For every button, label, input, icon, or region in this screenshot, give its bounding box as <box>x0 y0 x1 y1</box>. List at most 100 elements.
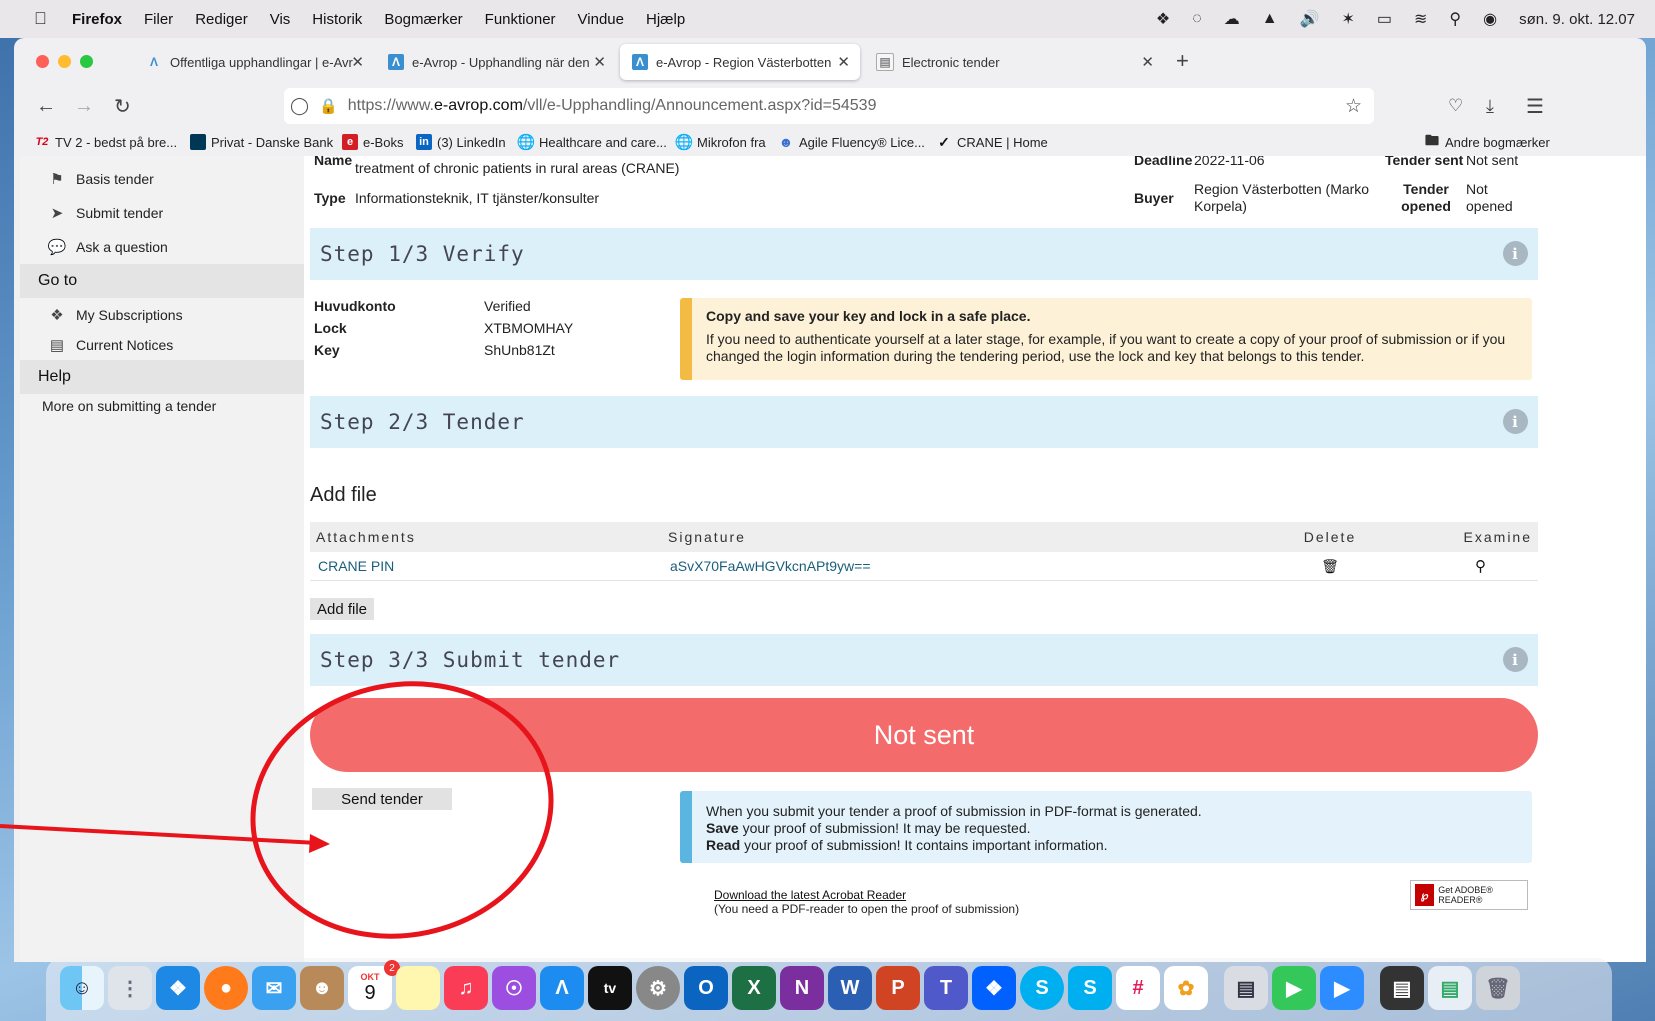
forward-icon[interactable]: → <box>74 95 94 118</box>
downloads-icon[interactable]: ⤓ <box>1486 96 1494 117</box>
system-preferences-icon[interactable]: ⚙ <box>636 966 680 1010</box>
info-icon[interactable]: i <box>1503 647 1528 672</box>
downloads-stack-icon[interactable]: ▤ <box>1380 966 1424 1010</box>
wifi-icon[interactable]: ≋ <box>1414 9 1427 29</box>
apple-tv-icon[interactable]: tv <box>588 966 632 1010</box>
hamburger-menu-icon[interactable]: ☰ <box>1526 94 1544 119</box>
menubar-clock[interactable]: søn. 9. okt. 12.07 <box>1519 11 1635 28</box>
bookmark-healthcare[interactable]: 🌐 Healthcare and care... <box>517 134 667 151</box>
bookmark-linkedin[interactable]: in (3) LinkedIn <box>416 134 506 150</box>
app-store-icon[interactable]: Λ <box>540 966 584 1010</box>
menu-item-filer[interactable]: Filer <box>144 11 173 28</box>
powerpoint-icon[interactable]: P <box>876 966 920 1010</box>
safari-icon[interactable]: ❖ <box>156 966 200 1010</box>
bookmark-eboks[interactable]: e e-Boks <box>342 134 403 150</box>
control-center-icon[interactable]: ◉ <box>1483 9 1497 29</box>
menu-item-hjaelp[interactable]: Hjælp <box>646 11 685 28</box>
minimize-window-button[interactable] <box>58 54 71 68</box>
acrobat-note: (You need a PDF-reader to open the proof… <box>714 902 1020 916</box>
music-icon[interactable]: ♫ <box>444 966 488 1010</box>
sidebar-item-basis-tender[interactable]: ⚑ Basis tender <box>46 170 154 188</box>
lock-icon[interactable]: 🔒 <box>319 97 338 115</box>
menu-item-rediger[interactable]: Rediger <box>195 11 248 28</box>
trash-dock-icon[interactable]: 🗑 <box>1476 966 1520 1010</box>
mail-icon[interactable]: ✉ <box>252 966 296 1010</box>
contacts-icon[interactable]: ☻ <box>300 966 344 1010</box>
preview-icon[interactable]: ▤ <box>1224 966 1268 1010</box>
tab-region-vasterbotten[interactable]: Λ e-Avrop - Region Västerbotten ✕ <box>620 44 860 80</box>
address-bar[interactable]: ◯ 🔒 https://www. e-avrop.com/vll/e-Upphan… <box>284 88 1374 124</box>
teams-icon[interactable]: T <box>924 966 968 1010</box>
menu-item-bogmaerker[interactable]: Bogmærker <box>384 11 462 28</box>
tab-offentliga-upphandlingar[interactable]: Λ Offentliga upphandlingar | e-Avr ✕ <box>134 44 374 80</box>
tab-electronic-tender[interactable]: ▤ Electronic tender ✕ <box>864 44 1164 80</box>
magnifier-icon[interactable]: ⚲ <box>1426 552 1538 581</box>
excel-icon[interactable]: X <box>732 966 776 1010</box>
zoom-icon[interactable]: ▶ <box>1320 966 1364 1010</box>
adobe-reader-badge[interactable]: ℘ Get ADOBE® READER® <box>1410 880 1528 910</box>
menu-item-vindue[interactable]: Vindue <box>578 11 624 28</box>
close-window-button[interactable] <box>36 54 49 68</box>
step3-title: Step 3/3 Submit tender <box>320 648 621 672</box>
sidebar-item-current-notices[interactable]: ▤ Current Notices <box>46 336 173 354</box>
notes-icon[interactable] <box>396 966 440 1010</box>
menu-app-name[interactable]: Firefox <box>72 11 122 28</box>
sidebar-item-more-on-submitting[interactable]: More on submitting a tender <box>42 398 216 414</box>
menu-item-funktioner[interactable]: Funktioner <box>485 11 556 28</box>
send-tender-button[interactable]: Send tender <box>312 788 452 810</box>
autodesk-icon[interactable]: ▲ <box>1262 10 1278 28</box>
trash-icon[interactable]: 🗑 <box>1234 552 1426 581</box>
attachment-name[interactable]: CRANE PIN <box>310 552 662 581</box>
skype-business-icon[interactable]: S <box>1068 966 1112 1010</box>
tracking-shield-icon[interactable]: ◯ <box>290 96 309 116</box>
battery-icon[interactable]: ▭ <box>1377 9 1392 29</box>
sidebar-item-ask-question[interactable]: 💬 Ask a question <box>46 238 168 256</box>
close-tab-icon[interactable]: ✕ <box>1141 53 1154 71</box>
reload-icon[interactable]: ↻ <box>114 94 131 119</box>
sidebar-item-my-subscriptions[interactable]: ❖ My Subscriptions <box>46 306 182 324</box>
podcasts-icon[interactable]: ☉ <box>492 966 536 1010</box>
facetime-icon[interactable]: ▶ <box>1272 966 1316 1010</box>
launchpad-icon[interactable]: ⋮ <box>108 966 152 1010</box>
tab-upphandling[interactable]: Λ e-Avrop - Upphandling när den ✕ <box>376 44 616 80</box>
new-tab-icon[interactable]: + <box>1176 48 1189 74</box>
photos-icon[interactable]: ✿ <box>1164 966 1208 1010</box>
onenote-icon[interactable]: N <box>780 966 824 1010</box>
bluetooth-icon[interactable]: ✶ <box>1341 9 1354 29</box>
slack-icon[interactable]: # <box>1116 966 1160 1010</box>
skype-icon[interactable]: S <box>1020 966 1064 1010</box>
menu-item-vis[interactable]: Vis <box>270 11 291 28</box>
volume-icon[interactable]: 🔊 <box>1300 9 1320 29</box>
bookmark-label: Healthcare and care... <box>539 134 667 150</box>
bookmark-tv2[interactable]: T2 TV 2 - bedst på bre... <box>34 134 178 150</box>
close-tab-icon[interactable]: ✕ <box>351 53 364 71</box>
dropbox-icon[interactable]: ❖ <box>1156 9 1170 29</box>
info-icon[interactable]: i <box>1503 241 1528 266</box>
bookmark-danske-bank[interactable]: Privat - Danske Bank <box>190 134 333 150</box>
word-icon[interactable]: W <box>828 966 872 1010</box>
close-tab-icon[interactable]: ✕ <box>593 53 606 71</box>
outlook-icon[interactable]: O <box>684 966 728 1010</box>
acrobat-download-link[interactable]: Download the latest Acrobat Reader <box>714 888 906 902</box>
zoom-window-button[interactable] <box>80 54 93 68</box>
bookmark-crane[interactable]: ✓ CRANE | Home <box>936 134 1048 150</box>
finder-icon[interactable]: ☺ <box>60 966 104 1010</box>
documents-stack-icon[interactable]: ▤ <box>1428 966 1472 1010</box>
firefox-icon[interactable]: ● <box>204 966 248 1010</box>
bookmark-star-icon[interactable]: ☆ <box>1345 95 1362 118</box>
close-tab-icon[interactable]: ✕ <box>837 53 850 71</box>
dropbox-dock-icon[interactable]: ❖ <box>972 966 1016 1010</box>
sidebar-item-submit-tender[interactable]: ➤ Submit tender <box>46 204 163 222</box>
spinner-icon[interactable]: ◌ <box>1192 10 1202 28</box>
info-icon[interactable]: i <box>1503 409 1528 434</box>
cloud-icon[interactable]: ☁ <box>1224 9 1240 29</box>
bookmark-mikrofon[interactable]: 🌐 Mikrofon fra <box>675 134 766 151</box>
pocket-icon[interactable]: ♡ <box>1448 96 1463 116</box>
spotlight-search-icon[interactable]: ⚲ <box>1449 9 1461 29</box>
other-bookmarks[interactable]: 🖿 Andre bogmærker <box>1424 132 1550 150</box>
bookmark-agile-fluency[interactable]: ☻ Agile Fluency® Lice... <box>778 134 925 150</box>
apple-icon[interactable]:  <box>34 9 64 29</box>
back-icon[interactable]: ← <box>36 95 56 118</box>
menu-item-historik[interactable]: Historik <box>312 11 362 28</box>
add-file-button[interactable]: Add file <box>310 598 374 620</box>
